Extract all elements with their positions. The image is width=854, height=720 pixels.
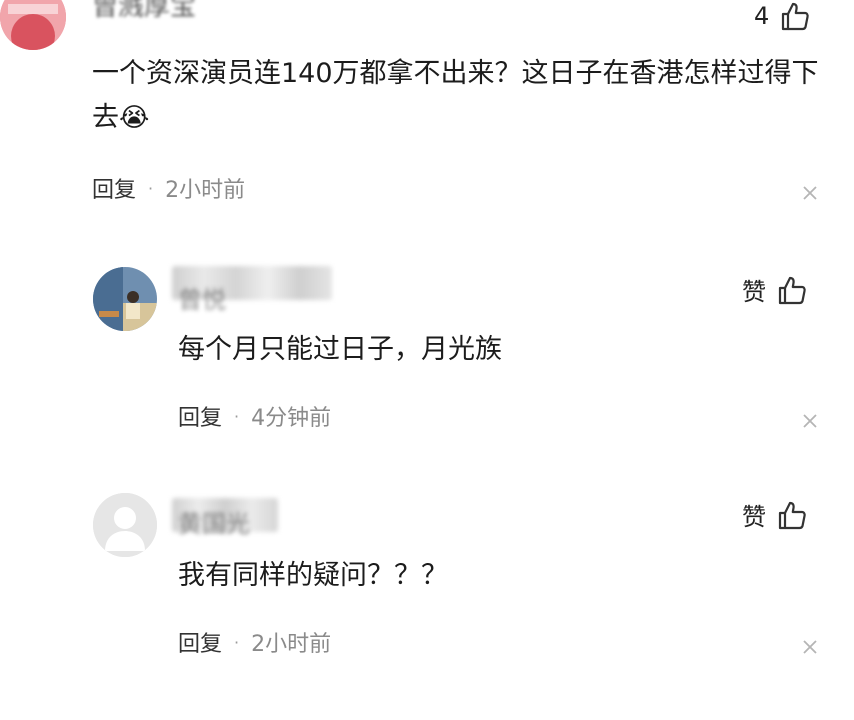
like-label: 赞 [742, 278, 766, 306]
separator-dot: · [234, 406, 240, 426]
like-button[interactable]: 赞 [742, 497, 808, 532]
avatar[interactable] [93, 267, 157, 331]
avatar-image [0, 0, 66, 50]
close-icon[interactable] [800, 183, 820, 203]
default-avatar[interactable] [93, 493, 157, 557]
reply-button[interactable]: 回复 [178, 626, 222, 658]
user-silhouette-icon [93, 493, 157, 557]
avatar[interactable] [0, 0, 66, 50]
separator-dot: · [148, 178, 154, 198]
like-button[interactable]: 赞 [742, 272, 808, 307]
close-icon[interactable] [800, 637, 820, 657]
comment-thread: 曾溅厚宝 4 一个资深演员连140万都拿不出来？这日子在香港怎样过得下去😭 回复… [0, 0, 854, 720]
comment-text: 每个月只能过日子，月光族 [178, 334, 502, 365]
comment-meta: 回复 · 4分钟前 [178, 400, 331, 432]
comment-meta: 回复 · 2小时前 [178, 626, 331, 658]
like-label: 赞 [742, 503, 766, 531]
timestamp: 2小时前 [251, 632, 332, 657]
comment-text: 我有同样的疑问？？？ [178, 560, 448, 591]
thumbs-up-icon [782, 2, 809, 31]
like-count: 4 [754, 2, 770, 30]
close-icon[interactable] [800, 411, 820, 431]
separator-dot: · [234, 632, 240, 652]
comment-meta: 回复 · 2小时前 [92, 172, 245, 204]
avatar-image [93, 267, 157, 331]
comment-text: 一个资深演员连140万都拿不出来？这日子在香港怎样过得下去😭 [92, 58, 819, 133]
reply-button[interactable]: 回复 [92, 172, 136, 204]
thumbs-up-icon [778, 501, 806, 529]
like-button[interactable]: 4 [754, 0, 811, 32]
timestamp: 2小时前 [165, 178, 246, 203]
reply-button[interactable]: 回复 [178, 400, 222, 432]
author-name: 曾悦 [178, 286, 226, 314]
thumbs-up-icon [778, 276, 806, 304]
author-name: 黄国光 [178, 510, 250, 538]
author-name[interactable]: 曾溅厚宝 [92, 0, 196, 23]
timestamp: 4分钟前 [251, 406, 332, 431]
crying-emoji-icon: 😭 [119, 103, 150, 133]
